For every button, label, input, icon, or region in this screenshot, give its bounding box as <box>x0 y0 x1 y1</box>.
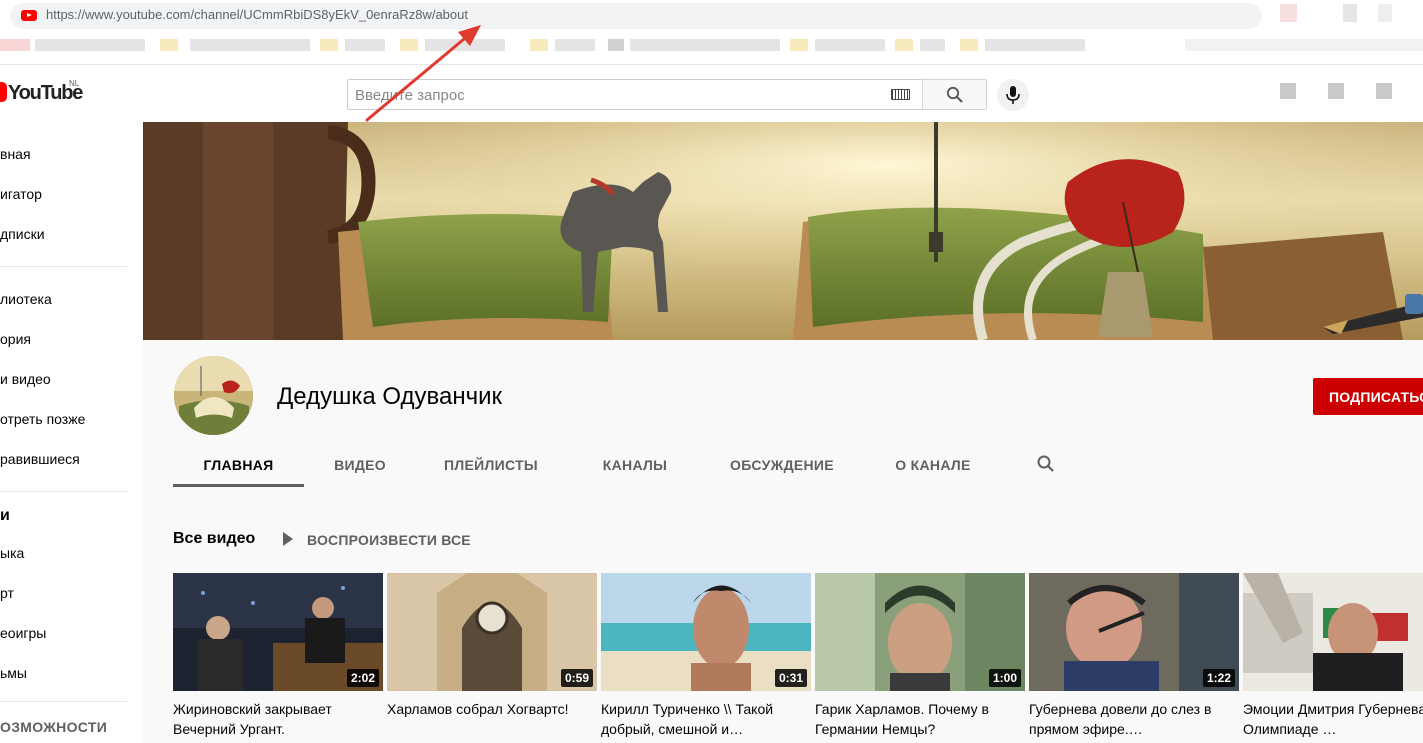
sidebar: вная игатор дписки лиотека ория и видео … <box>0 122 143 743</box>
youtube-favicon-icon <box>21 10 37 21</box>
banner-artwork <box>143 122 1423 340</box>
search-box[interactable] <box>347 79 922 110</box>
video-duration: 0:31 <box>774 669 807 687</box>
tab-channels[interactable]: КАНАЛЫ <box>595 443 675 487</box>
channel-avatar[interactable] <box>174 356 253 435</box>
sidebar-divider <box>0 701 127 702</box>
play-icon <box>283 532 293 546</box>
blurred-extension-icons <box>1280 4 1420 22</box>
video-card[interactable]: 2:02 Жириновский закрывает Вечерний Урга… <box>173 573 383 743</box>
video-title[interactable]: Губернева довели до слез в прямом эфире.… <box>1029 699 1234 739</box>
sidebar-item-explore[interactable]: игатор <box>0 186 42 202</box>
sidebar-section-features: ОЗМОЖНОСТИ <box>0 719 108 735</box>
video-thumbnail[interactable]: 1:00 <box>815 573 1025 691</box>
video-title[interactable]: Гарик Харламов. Почему в Германии Немцы? <box>815 699 1020 739</box>
shelf-title[interactable]: Все видео <box>173 530 255 548</box>
apps-icon[interactable] <box>1328 83 1344 99</box>
sidebar-item-watch-later[interactable]: отреть позже <box>0 411 85 427</box>
play-all-label: ВОСПРОИЗВЕСТИ ВСЕ <box>307 532 471 548</box>
sidebar-item-music[interactable]: ыка <box>0 545 24 561</box>
channel-header: Дедушка Одуванчик ПОДПИСАТЬСЯ ГЛАВНАЯ ВИ… <box>143 340 1423 487</box>
video-card[interactable]: Эмоции Дмитрия Губернева на Олимпиаде … <box>1243 573 1423 743</box>
video-thumbnail[interactable]: 0:59 <box>387 573 597 691</box>
tab-about[interactable]: О КАНАЛЕ <box>889 443 977 487</box>
search-button[interactable] <box>922 79 987 110</box>
tab-home[interactable]: ГЛАВНАЯ <box>173 443 304 487</box>
microphone-icon <box>1006 86 1020 104</box>
tab-discussion[interactable]: ОБСУЖДЕНИЕ <box>723 443 841 487</box>
video-title[interactable]: Жириновский закрывает Вечерний Ургант. <box>173 699 378 739</box>
video-card[interactable]: 1:00 Гарик Харламов. Почему в Германии Н… <box>815 573 1025 743</box>
sidebar-divider <box>0 491 127 492</box>
sidebar-item-liked[interactable]: равившиеся <box>0 451 80 467</box>
bookmarks-bar <box>0 34 1423 60</box>
channel-search-icon[interactable] <box>1036 454 1056 474</box>
video-thumbnail[interactable] <box>1243 573 1423 691</box>
youtube-masthead: YouTube NL <box>0 65 1423 122</box>
tab-videos[interactable]: ВИДЕО <box>328 443 392 487</box>
video-title[interactable]: Кирилл Туриченко \\ Такой добрый, смешно… <box>601 699 806 739</box>
video-title[interactable]: Эмоции Дмитрия Губернева на Олимпиаде … <box>1243 699 1423 739</box>
country-code: NL <box>69 79 80 88</box>
video-title[interactable]: Харламов собрал Хогвартс! <box>387 699 592 719</box>
thumbnail-image <box>1243 573 1423 691</box>
sidebar-item-subscriptions[interactable]: дписки <box>0 226 45 242</box>
channel-banner <box>143 122 1423 340</box>
sidebar-item-history[interactable]: ория <box>0 331 31 347</box>
video-thumbnail[interactable]: 0:31 <box>601 573 811 691</box>
sidebar-item-sports[interactable]: рт <box>0 585 14 601</box>
video-card[interactable]: 1:22 Губернева довели до слез в прямом э… <box>1029 573 1239 743</box>
video-duration: 1:22 <box>1202 669 1235 687</box>
notifications-icon[interactable] <box>1376 83 1392 99</box>
video-thumbnail[interactable]: 2:02 <box>173 573 383 691</box>
video-card[interactable]: 0:59 Харламов собрал Хогвартс! <box>387 573 597 743</box>
tab-playlists[interactable]: ПЛЕЙЛИСТЫ <box>439 443 543 487</box>
url-text[interactable]: https://www.youtube.com/channel/UCmmRbiD… <box>46 7 468 22</box>
youtube-logo-icon[interactable] <box>0 82 7 102</box>
voice-search-button[interactable] <box>997 79 1029 111</box>
video-duration: 1:00 <box>988 669 1021 687</box>
keyboard-icon[interactable] <box>891 89 910 100</box>
browser-address-bar: https://www.youtube.com/channel/UCmmRbiD… <box>0 0 1423 34</box>
create-video-icon[interactable] <box>1280 83 1296 99</box>
video-card[interactable]: 0:31 Кирилл Туриченко \\ Такой добрый, с… <box>601 573 811 743</box>
sidebar-item-your-videos[interactable]: и видео <box>0 371 51 387</box>
sidebar-item-gaming[interactable]: еоигры <box>0 625 46 641</box>
channel-content: Все видео ВОСПРОИЗВЕСТИ ВСЕ 2:02 Жиринов… <box>143 487 1423 743</box>
search-icon <box>946 86 963 103</box>
video-duration: 0:59 <box>560 669 593 687</box>
sidebar-section-title: и <box>0 507 10 524</box>
avatar-image <box>174 356 253 435</box>
sidebar-item-library[interactable]: лиотека <box>0 291 52 307</box>
sidebar-divider <box>0 266 127 267</box>
vk-link-icon[interactable] <box>1405 294 1423 314</box>
search-input[interactable] <box>355 85 875 105</box>
video-duration: 2:02 <box>346 669 379 687</box>
subscribe-button[interactable]: ПОДПИСАТЬСЯ <box>1313 378 1423 415</box>
channel-name: Дедушка Одуванчик <box>277 383 503 410</box>
video-thumbnail[interactable]: 1:22 <box>1029 573 1239 691</box>
sidebar-item-home[interactable]: вная <box>0 146 31 162</box>
sidebar-item-movies[interactable]: ьмы <box>0 665 27 681</box>
